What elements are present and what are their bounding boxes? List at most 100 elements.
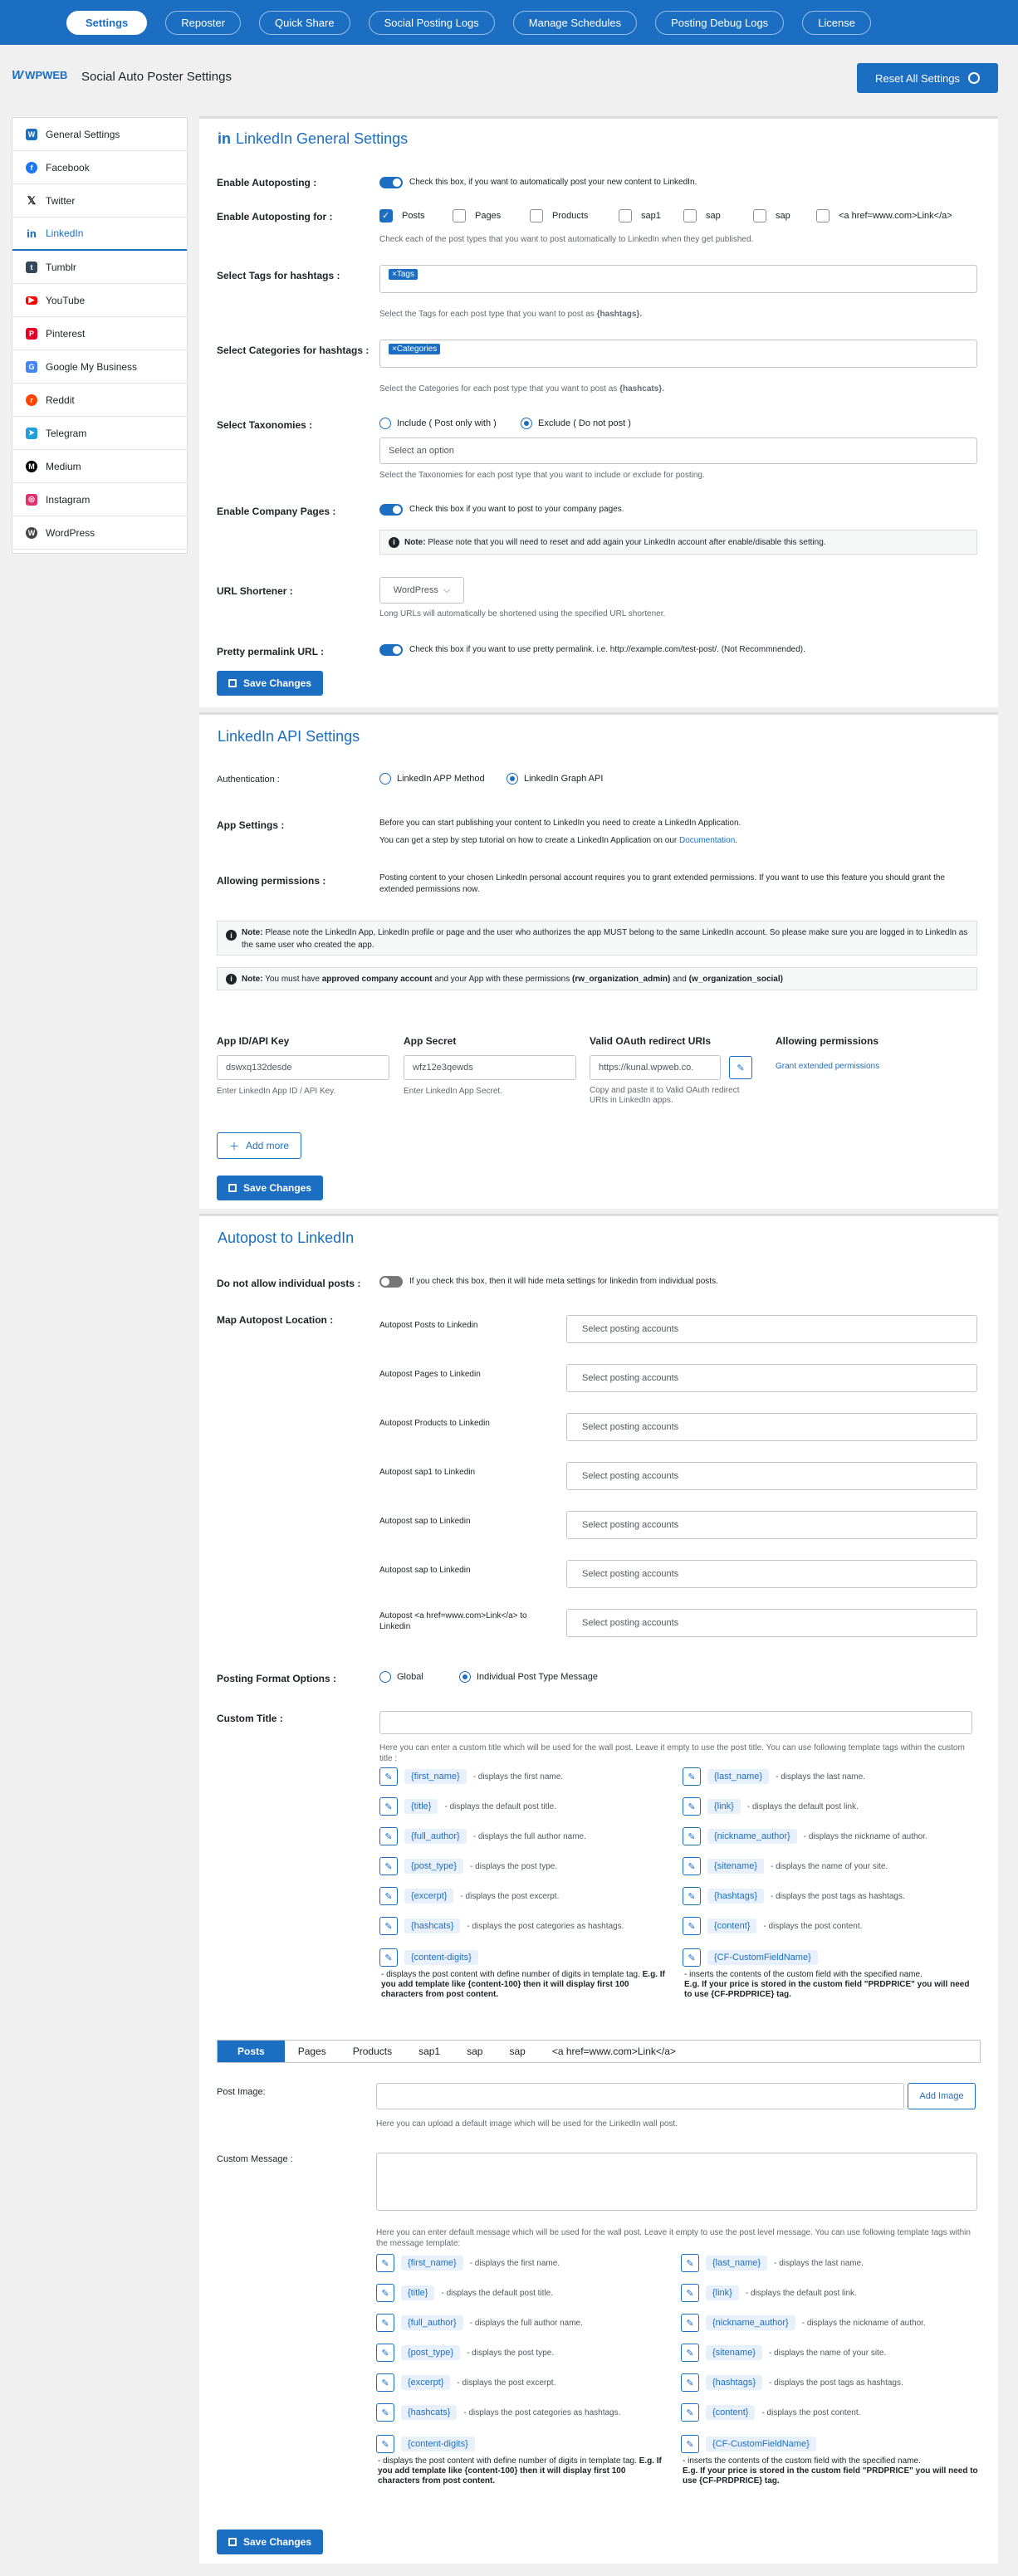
tab-posts[interactable]: Posts xyxy=(218,2041,285,2062)
post-type-link-checkbox[interactable] xyxy=(816,209,830,222)
nav-license[interactable]: License xyxy=(802,10,871,35)
individual-posts-toggle[interactable] xyxy=(379,1276,403,1288)
sidebar-item-linkedin[interactable]: in LinkedIn xyxy=(12,218,187,251)
pencil-icon[interactable]: ✎ xyxy=(681,2344,699,2362)
categories-chip[interactable]: ×Categories xyxy=(389,344,441,354)
documentation-link[interactable]: Documentation xyxy=(679,836,735,845)
pencil-icon[interactable]: ✎ xyxy=(681,2435,699,2453)
grant-extended-permissions-link[interactable]: Grant extended permissions xyxy=(776,1062,879,1071)
format-individual-radio[interactable] xyxy=(459,1671,471,1683)
pencil-icon[interactable]: ✎ xyxy=(683,1767,701,1786)
tab-sap-2[interactable]: sap xyxy=(496,2041,538,2062)
save-changes-button[interactable]: Save Changes xyxy=(217,2530,323,2554)
tab-pages[interactable]: Pages xyxy=(285,2041,340,2062)
add-image-button[interactable]: Add Image xyxy=(908,2083,976,2109)
save-changes-button[interactable]: Save Changes xyxy=(217,1176,323,1200)
company-pages-toggle[interactable] xyxy=(379,504,403,516)
pencil-icon[interactable]: ✎ xyxy=(681,2373,699,2392)
app-id-input[interactable]: dswxq132desde xyxy=(217,1055,389,1080)
pencil-icon[interactable]: ✎ xyxy=(683,1948,701,1967)
pencil-icon[interactable]: ✎ xyxy=(681,2314,699,2332)
sidebar-item-twitter[interactable]: 𝕏 Twitter xyxy=(12,184,187,218)
sidebar-item-google-my-business[interactable]: G Google My Business xyxy=(12,350,187,384)
enable-autoposting-toggle[interactable] xyxy=(379,177,403,188)
location-posts-select[interactable]: Select posting accounts xyxy=(566,1315,977,1343)
pencil-icon[interactable]: ✎ xyxy=(683,1917,701,1935)
pencil-icon[interactable]: ✎ xyxy=(376,2284,394,2302)
tab-sap[interactable]: sap xyxy=(453,2041,496,2062)
sidebar-item-wordpress[interactable]: W WordPress xyxy=(12,516,187,550)
pencil-icon[interactable]: ✎ xyxy=(376,2314,394,2332)
nav-posting-debug-logs[interactable]: Posting Debug Logs xyxy=(655,10,785,35)
save-changes-button[interactable]: Save Changes xyxy=(217,671,323,696)
pencil-icon[interactable]: ✎ xyxy=(379,1917,398,1935)
location-pages-select[interactable]: Select posting accounts xyxy=(566,1364,977,1392)
post-type-products-checkbox[interactable] xyxy=(530,209,543,222)
nav-reposter[interactable]: Reposter xyxy=(165,10,242,35)
pencil-icon[interactable]: ✎ xyxy=(379,1948,398,1967)
nav-social-posting-logs[interactable]: Social Posting Logs xyxy=(368,10,495,35)
sidebar-item-telegram[interactable]: ➤ Telegram xyxy=(12,417,187,450)
oauth-redirect-input[interactable]: https://kunal.wpweb.co. xyxy=(590,1055,721,1080)
sidebar-item-youtube[interactable]: ▶ YouTube xyxy=(12,284,187,317)
pencil-icon[interactable]: ✎ xyxy=(379,1887,398,1905)
format-global-radio[interactable] xyxy=(379,1671,391,1683)
add-more-button[interactable]: ＋ Add more xyxy=(217,1132,301,1159)
custom-message-textarea[interactable] xyxy=(376,2153,977,2211)
nav-quick-share[interactable]: Quick Share xyxy=(259,10,350,35)
post-type-posts-checkbox[interactable] xyxy=(379,209,393,222)
pencil-icon[interactable]: ✎ xyxy=(683,1797,701,1816)
auth-graph-api-radio[interactable] xyxy=(507,773,518,785)
taxonomy-exclude-radio[interactable] xyxy=(521,418,532,429)
pencil-icon[interactable]: ✎ xyxy=(681,2254,699,2272)
location-link-select[interactable]: Select posting accounts xyxy=(566,1609,977,1637)
pencil-icon[interactable]: ✎ xyxy=(681,2284,699,2302)
sidebar-item-medium[interactable]: M Medium xyxy=(12,450,187,483)
post-type-pages-checkbox[interactable] xyxy=(453,209,466,222)
pencil-icon[interactable]: ✎ xyxy=(376,2403,394,2422)
pencil-icon[interactable]: ✎ xyxy=(376,2373,394,2392)
tab-sap1[interactable]: sap1 xyxy=(405,2041,453,2062)
post-image-input[interactable] xyxy=(376,2083,904,2109)
pencil-icon[interactable]: ✎ xyxy=(376,2344,394,2362)
location-sap1-select[interactable]: Select posting accounts xyxy=(566,1462,977,1490)
sidebar-item-facebook[interactable]: f Facebook xyxy=(12,151,187,184)
custom-title-input[interactable] xyxy=(379,1711,972,1734)
nav-manage-schedules[interactable]: Manage Schedules xyxy=(512,10,638,35)
pencil-icon[interactable]: ✎ xyxy=(681,2403,699,2422)
auth-app-method-radio[interactable] xyxy=(379,773,391,785)
app-secret-input[interactable]: wfz12e3qewds xyxy=(404,1055,576,1080)
pencil-icon[interactable]: ✎ xyxy=(379,1767,398,1786)
copy-edit-icon[interactable]: ✎ xyxy=(729,1056,752,1079)
pencil-icon[interactable]: ✎ xyxy=(376,2254,394,2272)
location-sap-select[interactable]: Select posting accounts xyxy=(566,1511,977,1539)
tags-chip[interactable]: ×Tags xyxy=(389,269,418,280)
location-sap-2-select[interactable]: Select posting accounts xyxy=(566,1560,977,1588)
post-type-sap-checkbox[interactable] xyxy=(683,209,697,222)
pencil-icon[interactable]: ✎ xyxy=(379,1857,398,1875)
post-type-sap1-checkbox[interactable] xyxy=(619,209,632,222)
pencil-icon[interactable]: ✎ xyxy=(379,1827,398,1845)
pencil-icon[interactable]: ✎ xyxy=(379,1797,398,1816)
pencil-icon[interactable]: ✎ xyxy=(683,1857,701,1875)
reset-all-settings-button[interactable]: Reset All Settings xyxy=(857,63,998,93)
sidebar-item-pinterest[interactable]: P Pinterest xyxy=(12,317,187,350)
url-shortener-select[interactable]: WordPress ⌵ xyxy=(379,577,464,604)
taxonomy-select[interactable]: Select an option xyxy=(379,437,977,464)
sidebar-item-reddit[interactable]: r Reddit xyxy=(12,384,187,417)
pencil-icon[interactable]: ✎ xyxy=(683,1887,701,1905)
tab-products[interactable]: Products xyxy=(340,2041,405,2062)
tab-link[interactable]: <a href=www.com>Link</a> xyxy=(539,2041,689,2062)
sidebar-item-instagram[interactable]: ◎ Instagram xyxy=(12,483,187,516)
sidebar-item-general-settings[interactable]: W General Settings xyxy=(12,118,187,151)
tags-select[interactable]: ×Tags xyxy=(379,265,977,293)
sidebar-item-tumblr[interactable]: t Tumblr xyxy=(12,251,187,284)
pretty-permalink-toggle[interactable] xyxy=(379,644,403,656)
nav-settings[interactable]: Settings xyxy=(66,10,148,35)
pencil-icon[interactable]: ✎ xyxy=(376,2435,394,2453)
location-products-select[interactable]: Select posting accounts xyxy=(566,1413,977,1441)
categories-select[interactable]: ×Categories xyxy=(379,340,977,368)
pencil-icon[interactable]: ✎ xyxy=(683,1827,701,1845)
taxonomy-include-radio[interactable] xyxy=(379,418,391,429)
post-type-sap-2-checkbox[interactable] xyxy=(753,209,766,222)
